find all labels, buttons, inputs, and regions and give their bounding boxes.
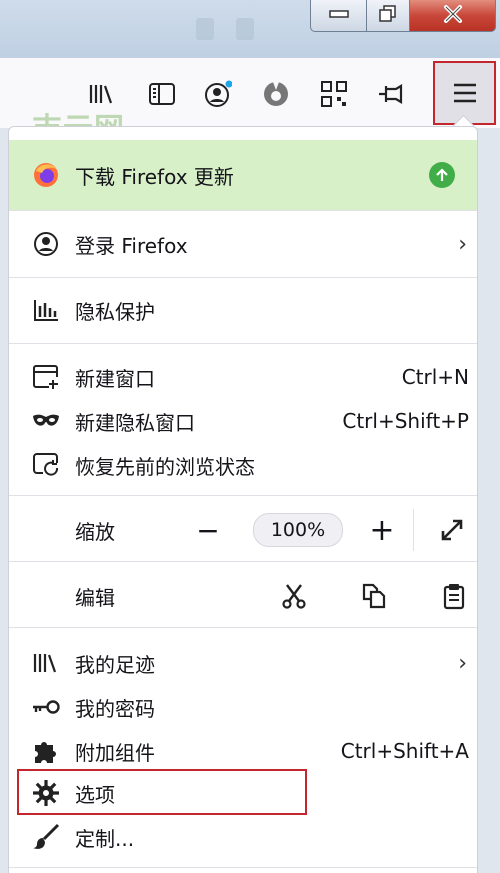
add-ons-label: 附加组件 [75,740,155,765]
copy-icon [362,583,386,609]
sign-in-label: 登录 Firefox [75,233,188,258]
mask-icon [31,406,61,436]
update-arrow-icon [429,162,455,188]
restore-session-icon [31,450,61,480]
puzzle-icon [31,736,61,766]
restore-label: 恢复先前的浏览状态 [75,454,255,479]
separator [9,561,477,562]
passwords-item[interactable]: 我的密码 [9,685,477,729]
sidebar-icon[interactable] [148,80,176,108]
separator [9,627,477,628]
options-item[interactable]: 选项 [9,771,477,815]
new-private-window-item[interactable]: 新建隐私窗口 Ctrl+Shift+P [9,399,477,443]
customize-label: 定制... [75,826,135,851]
copy-button[interactable] [359,581,389,611]
app-menu-panel: 下载 Firefox 更新 登录 Firefox › 隐私保护 新建窗口 Ctr… [8,126,478,873]
minimize-button[interactable] [310,0,366,32]
customize-item[interactable]: 定制... [9,815,477,859]
close-button[interactable] [410,0,496,32]
edit-label: 编辑 [75,585,115,610]
window-title-bar [0,0,500,58]
separator [9,495,477,496]
add-ons-shortcut: Ctrl+Shift+A [340,739,469,763]
new-window-label: 新建窗口 [75,366,155,391]
download-update-item[interactable]: 下载 Firefox 更新 [9,140,477,210]
paste-button[interactable] [439,581,469,611]
zoom-reset-button[interactable]: 100% [253,513,343,547]
paste-icon [443,584,465,610]
privacy-chart-icon [31,295,61,325]
add-ons-item[interactable]: 附加组件 Ctrl+Shift+A [9,729,477,773]
account-icon[interactable] [204,80,232,108]
new-window-item[interactable]: 新建窗口 Ctrl+N [9,355,477,399]
qr-code-icon[interactable] [320,80,348,108]
chevron-right-icon: › [458,231,467,257]
library-icon [31,648,61,678]
separator [9,277,477,278]
privacy-protections-item[interactable]: 隐私保护 [9,287,477,333]
edit-row: 编辑 [9,573,477,619]
new-window-icon [31,362,61,392]
close-icon [443,5,462,23]
private-window-shortcut: Ctrl+Shift+P [342,409,469,433]
zoom-row: 缩放 − 100% + [9,507,477,553]
chevron-right-icon: › [458,650,467,676]
separator [413,509,414,551]
separator [9,210,477,211]
zoom-in-button[interactable]: + [367,512,397,548]
firefox-logo-icon [31,160,61,190]
library-item[interactable]: 我的足迹 › [9,641,477,685]
pin-icon[interactable] [376,80,404,108]
zoom-label: 缩放 [75,519,115,544]
update-label: 下载 Firefox 更新 [75,164,234,189]
private-window-label: 新建隐私窗口 [75,410,195,435]
library-label: 我的足迹 [75,652,155,677]
new-window-shortcut: Ctrl+N [401,365,469,389]
separator [9,867,477,868]
fullscreen-button[interactable] [437,515,467,545]
maximize-icon [379,5,396,22]
options-label: 选项 [75,782,115,807]
plus-icon: + [369,512,395,548]
key-icon [31,692,61,722]
gear-icon [31,778,61,808]
separator [9,343,477,344]
account-circle-icon [31,229,61,259]
hamburger-menu-icon [453,83,476,103]
expand-icon [441,519,463,541]
sign-in-item[interactable]: 登录 Firefox › [9,221,477,267]
titlebar-ghost-icon [236,18,254,40]
minimize-icon [328,10,349,18]
maximize-button[interactable] [366,0,410,32]
brush-icon [31,822,61,852]
cut-button[interactable] [279,581,309,611]
cut-icon [282,584,306,609]
minus-icon: − [196,513,220,547]
titlebar-ghost-icon [196,18,214,40]
privacy-label: 隐私保护 [75,299,155,324]
passwords-label: 我的密码 [75,696,155,721]
pocket-icon[interactable] [262,80,290,108]
zoom-out-button[interactable]: − [193,513,223,547]
restore-session-item[interactable]: 恢复先前的浏览状态 [9,443,477,487]
